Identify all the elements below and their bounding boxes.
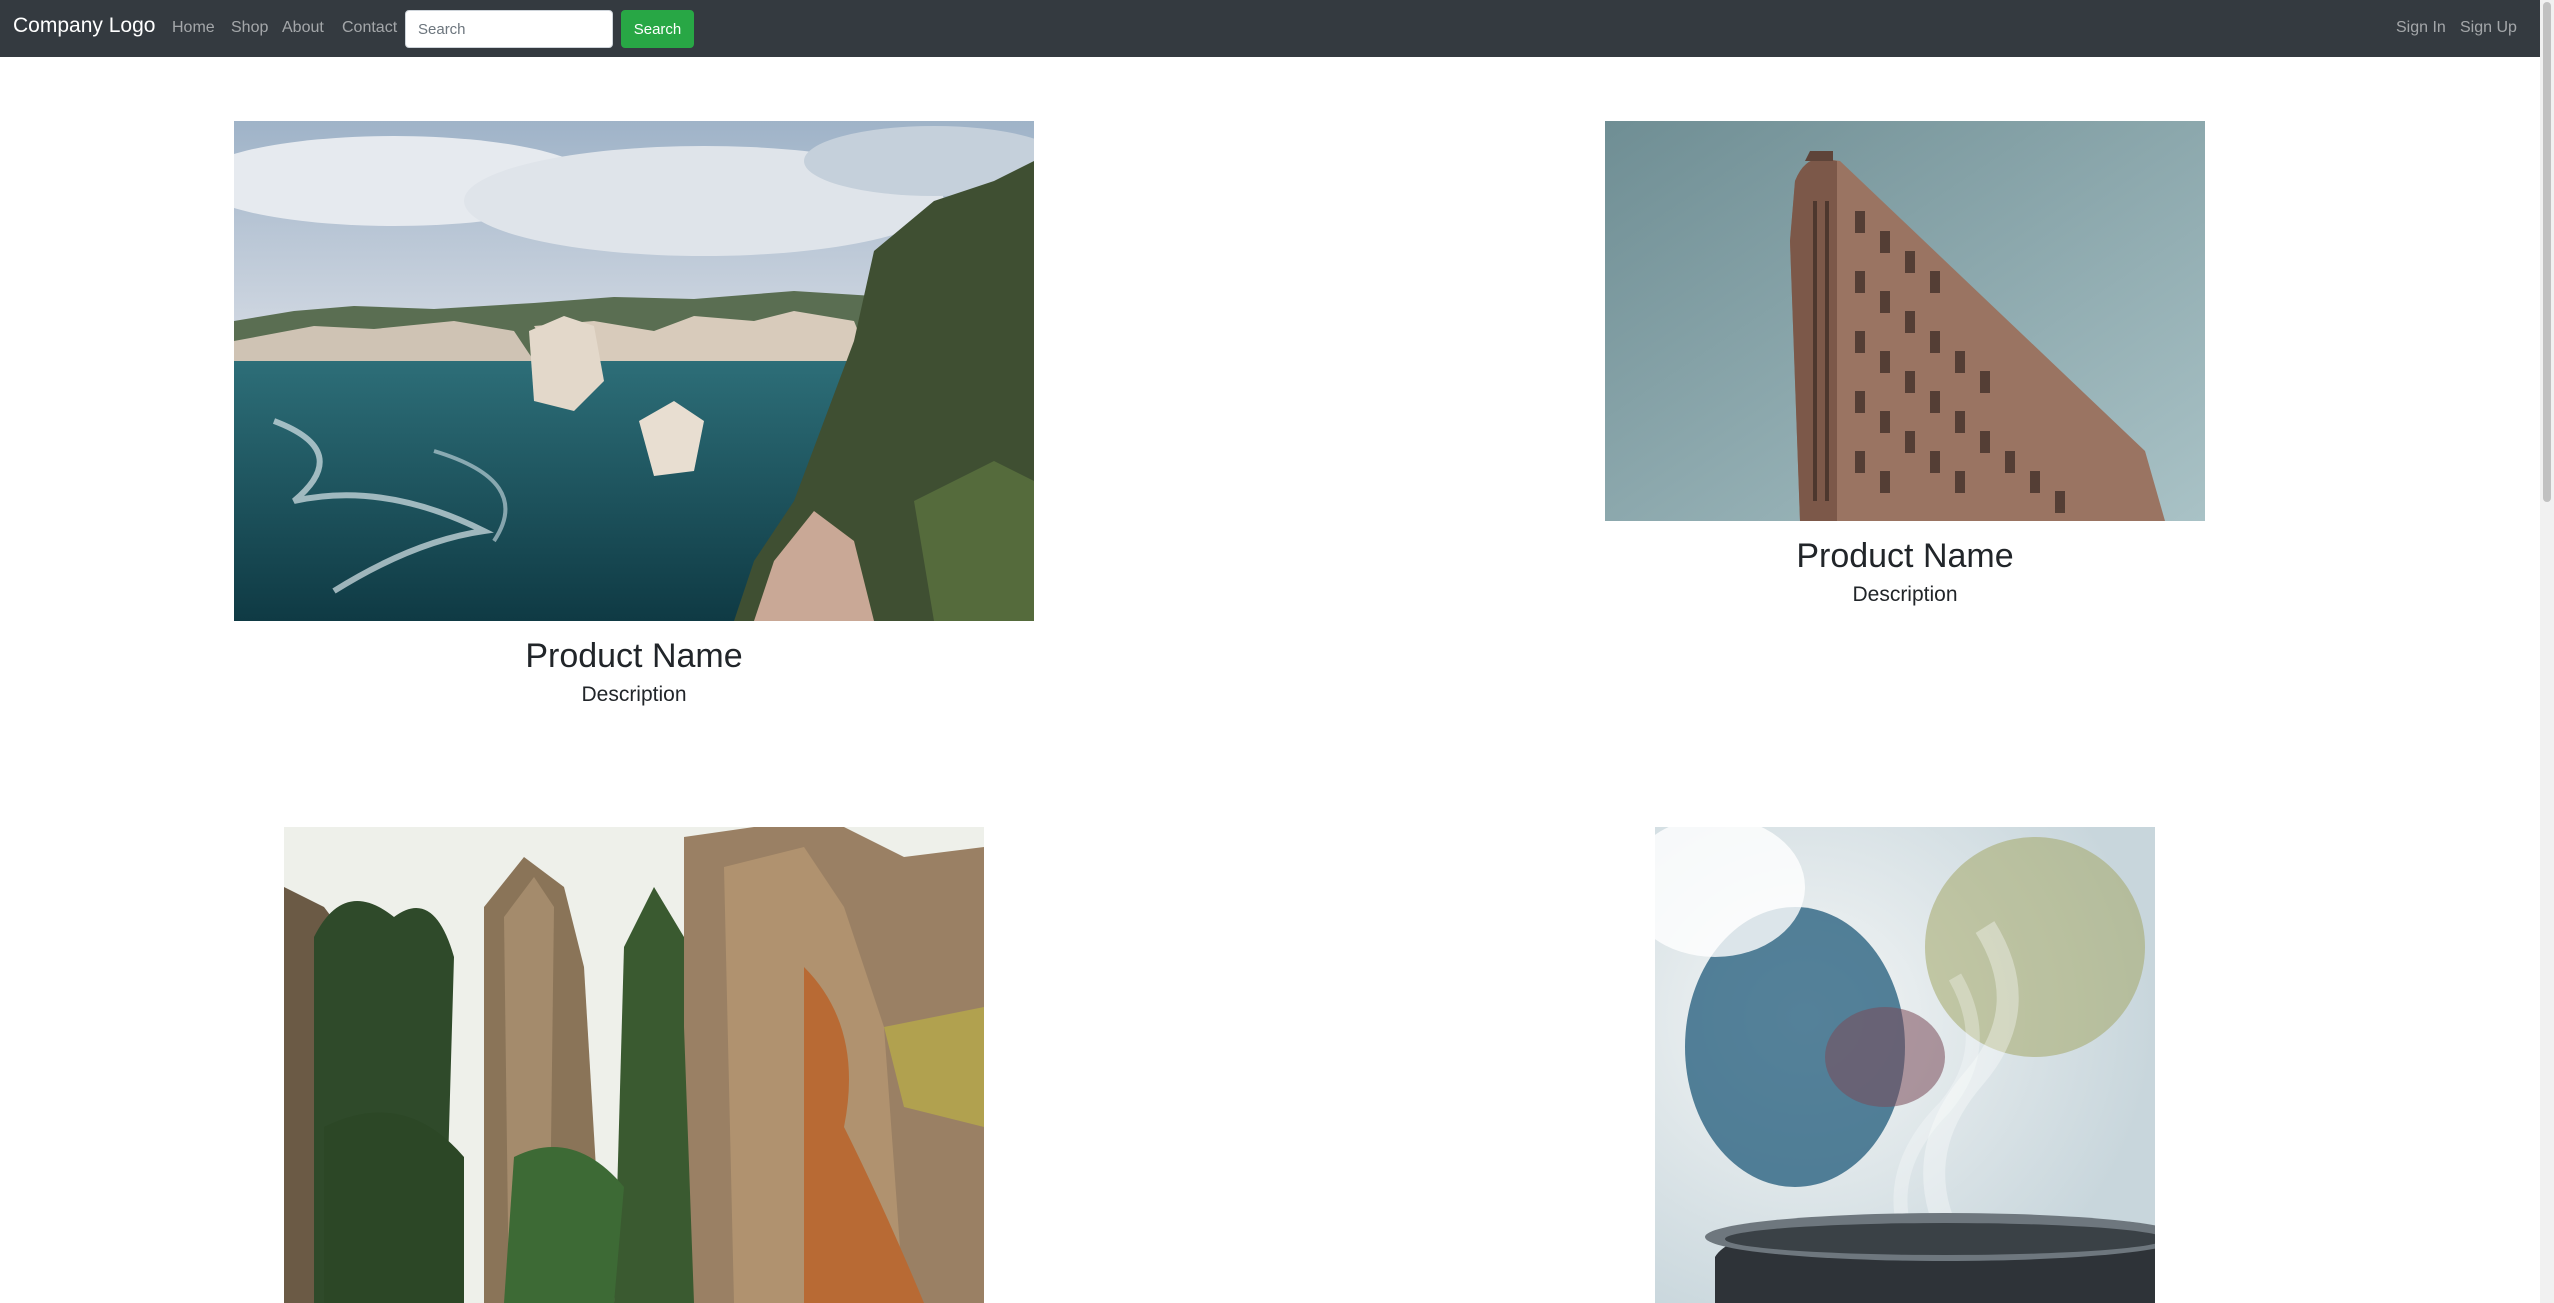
product-image-steaming-cup[interactable] (1655, 827, 2155, 1303)
nav-link-about[interactable]: About (282, 19, 324, 37)
scrollbar-thumb[interactable] (2543, 2, 2551, 502)
sign-up-link[interactable]: Sign Up (2460, 19, 2517, 37)
product-name: Product Name (1796, 537, 2014, 575)
sign-in-link[interactable]: Sign In (2396, 19, 2446, 37)
page-scrollbar[interactable] (2540, 0, 2554, 1303)
brand-logo-link[interactable]: Company Logo (13, 14, 155, 38)
product-image-flatiron-building[interactable] (1605, 121, 2205, 521)
top-navbar: Company Logo Home Shop About Contact Sea… (0, 0, 2540, 57)
product-image-sandstone-rocks[interactable] (284, 827, 984, 1303)
nav-link-shop[interactable]: Shop (231, 19, 268, 37)
search-input[interactable] (405, 10, 613, 48)
search-button[interactable]: Search (621, 10, 694, 48)
product-image-coastal-cliffs[interactable] (234, 121, 1034, 621)
product-name: Product Name (525, 637, 743, 675)
product-description: Description (581, 683, 687, 706)
product-description: Description (1852, 583, 1958, 606)
nav-link-home[interactable]: Home (172, 19, 215, 37)
nav-link-contact[interactable]: Contact (342, 19, 397, 37)
